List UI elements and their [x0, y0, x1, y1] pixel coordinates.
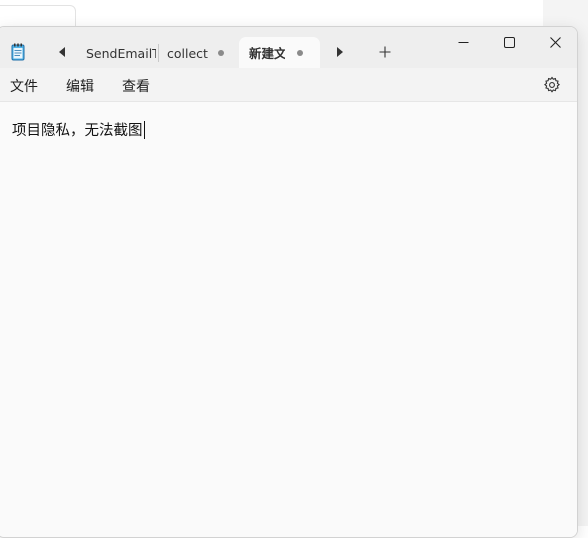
menu-edit[interactable]: 编辑	[66, 76, 94, 96]
title-bar[interactable]: SendEmailTc collect 新建文	[0, 27, 577, 68]
plus-icon	[379, 46, 391, 58]
menu-file[interactable]: 文件	[10, 76, 38, 96]
text-editor[interactable]: 项目隐私，无法截图	[0, 102, 577, 537]
tab-label: SendEmailTc	[86, 45, 156, 61]
tab-label: 新建文	[249, 46, 285, 61]
unsaved-indicator	[217, 50, 224, 56]
unsaved-indicator	[297, 49, 303, 56]
maximize-button[interactable]	[486, 27, 532, 57]
tab-sendemail[interactable]: SendEmailTc	[86, 39, 156, 67]
tab-collect[interactable]: collect	[167, 39, 237, 67]
minimize-button[interactable]	[440, 27, 486, 57]
triangle-left-icon	[59, 47, 65, 57]
triangle-right-icon	[337, 47, 343, 57]
maximize-icon	[503, 36, 515, 48]
scroll-tabs-right-button[interactable]	[329, 41, 351, 63]
menu-bar: 文件 编辑 查看	[0, 68, 577, 102]
tab-divider	[158, 44, 159, 62]
minimize-icon	[458, 41, 468, 43]
tab-label: collect	[167, 45, 208, 61]
tab-new-file[interactable]: 新建文	[239, 37, 320, 68]
new-tab-button[interactable]	[373, 40, 397, 64]
editor-content: 项目隐私，无法截图	[12, 119, 145, 140]
text-caret	[143, 121, 145, 139]
scroll-tabs-left-button[interactable]	[51, 41, 73, 63]
close-icon	[549, 36, 561, 48]
notepad-window: SendEmailTc collect 新建文	[0, 26, 578, 538]
gear-icon[interactable]	[543, 76, 561, 94]
close-button[interactable]	[532, 27, 577, 57]
editor-text-line: 项目隐私，无法截图	[12, 123, 143, 139]
notepad-icon	[11, 43, 25, 61]
menu-view[interactable]: 查看	[122, 76, 150, 96]
